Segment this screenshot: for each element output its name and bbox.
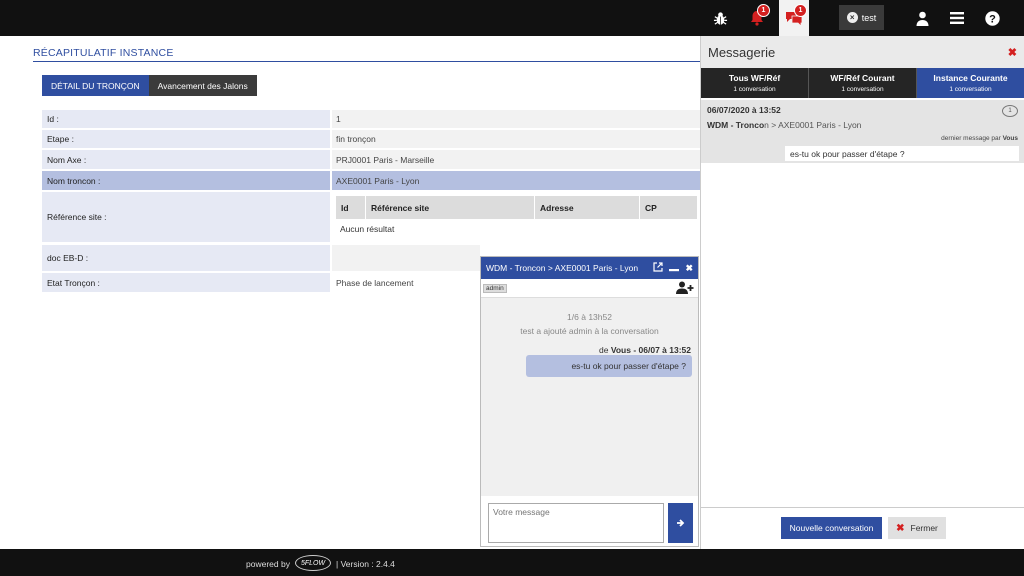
comment-icon: 1 xyxy=(1002,105,1018,117)
menu-icon[interactable] xyxy=(942,0,972,36)
chat-participants: admin xyxy=(481,279,698,298)
footer: powered by 5FLOW | Version : 2.4.4 xyxy=(0,549,1024,576)
user-chip-label: test xyxy=(861,12,877,23)
tab-label: WF/Réf Courant xyxy=(830,73,895,83)
last-message-text: dernier message par xyxy=(941,135,1001,142)
chat-messages: 1/6 à 13h52 test a ajouté admin à la con… xyxy=(481,298,698,496)
site-table: Id Référence site Adresse CP Aucun résul… xyxy=(336,196,698,238)
svg-text:?: ? xyxy=(989,13,996,25)
label-nom-troncon: Nom troncon : xyxy=(42,171,330,190)
meta-date: 06/07 à 13:52 xyxy=(638,345,691,355)
minimize-icon[interactable] xyxy=(669,262,680,274)
messagerie-panel: Messagerie ✖ Tous WF/Réf 1 conversation … xyxy=(700,36,1024,549)
value-etat-troncon: Phase de lancement xyxy=(332,273,480,292)
value-id: 1 xyxy=(332,110,700,128)
notifications-button[interactable]: 1 xyxy=(742,0,772,36)
messagerie-tabs: Tous WF/Réf 1 conversation WF/Réf Couran… xyxy=(701,68,1024,98)
label-nom-axe: Nom Axe : xyxy=(42,150,330,169)
label-doc-eb-d: doc EB-D : xyxy=(42,245,330,271)
top-bar: 1 1 × test ? xyxy=(0,0,1024,36)
last-message-label: dernier message par Vous xyxy=(941,135,1018,142)
conversation-item[interactable]: 06/07/2020 à 13:52 WDM - Troncon > AXE00… xyxy=(701,100,1024,163)
meta-author: Vous - xyxy=(610,345,637,355)
label-etape: Etape : xyxy=(42,130,330,148)
detail-tabs: DÉTAIL DU TRONÇON Avancement des Jalons xyxy=(42,75,257,96)
conversation-path-rest: n > AXE0001 Paris - Lyon xyxy=(764,120,862,130)
col-id[interactable]: Id xyxy=(336,196,366,219)
arrow-right-icon xyxy=(677,519,685,527)
tab-detail-troncon[interactable]: DÉTAIL DU TRONÇON xyxy=(42,75,149,96)
value-nom-axe: PRJ0001 Paris - Marseille xyxy=(332,150,700,169)
message-meta: de Vous - 06/07 à 13:52 xyxy=(599,345,691,355)
message-preview: es-tu ok pour passer d'étape ? xyxy=(785,146,1019,161)
message-bubble: es-tu ok pour passer d'étape ? xyxy=(526,355,692,377)
col-cp[interactable]: CP xyxy=(640,196,698,219)
value-etape: fin tronçon xyxy=(332,130,700,148)
tab-avancement-jalons[interactable]: Avancement des Jalons xyxy=(148,75,257,96)
site-table-empty: Aucun résultat xyxy=(340,223,395,234)
conversation-path-bold: WDM - Tronco xyxy=(707,120,765,130)
messages-button[interactable]: 1 xyxy=(779,0,809,36)
tab-count: 1 conversation xyxy=(841,86,884,93)
message-badge: 1 xyxy=(794,4,807,17)
title-divider xyxy=(33,61,700,62)
tab-label: Tous WF/Réf xyxy=(728,73,781,83)
meta-prefix: de xyxy=(598,345,609,355)
chat-header: WDM - Troncon > AXE0001 Paris - Lyon ✖ xyxy=(481,257,698,279)
tab-label: Instance Courante xyxy=(933,73,1008,83)
user-chip[interactable]: × test xyxy=(839,5,884,30)
help-icon[interactable]: ? xyxy=(977,0,1007,36)
external-link-icon[interactable] xyxy=(653,262,664,274)
add-user-icon[interactable] xyxy=(676,281,694,297)
tab-tous-wf-ref[interactable]: Tous WF/Réf 1 conversation xyxy=(701,68,809,98)
system-date: 1/6 à 13h52 xyxy=(567,312,612,322)
col-adresse[interactable]: Adresse xyxy=(535,196,640,219)
close-icon[interactable]: ✖ xyxy=(1008,46,1017,59)
participant-tag: admin xyxy=(483,284,507,293)
value-doc-eb-d xyxy=(332,245,480,271)
tab-count: 1 conversation xyxy=(733,86,776,93)
close-label: Fermer xyxy=(910,523,938,533)
user-icon[interactable] xyxy=(907,0,937,36)
close-icon: ✖ xyxy=(896,522,905,534)
tab-count: 1 conversation xyxy=(949,86,992,93)
value-nom-troncon: AXE0001 Paris - Lyon xyxy=(332,171,700,190)
tab-wf-ref-courant[interactable]: WF/Réf Courant 1 conversation xyxy=(809,68,917,98)
bug-icon[interactable] xyxy=(705,0,735,36)
messagerie-header: Messagerie ✖ xyxy=(701,36,1024,68)
conversation-date: 06/07/2020 à 13:52 xyxy=(707,105,781,115)
site-table-header: Id Référence site Adresse CP xyxy=(336,196,698,219)
powered-by-label: powered by xyxy=(246,559,290,569)
message-input[interactable] xyxy=(488,503,664,543)
close-messagerie-button[interactable]: ✖ Fermer xyxy=(888,517,946,539)
label-reference-site: Référence site : xyxy=(42,192,330,242)
last-message-author: Vous xyxy=(1002,135,1018,142)
col-reference-site[interactable]: Référence site xyxy=(366,196,535,219)
chat-window: WDM - Troncon > AXE0001 Paris - Lyon ✖ a… xyxy=(480,256,699,547)
tab-instance-courante[interactable]: Instance Courante 1 conversation xyxy=(917,68,1024,98)
messagerie-title: Messagerie xyxy=(708,44,776,60)
label-etat-troncon: Etat Tronçon : xyxy=(42,273,330,292)
send-button[interactable] xyxy=(668,503,693,543)
messagerie-footer: Nouvelle conversation ✖ Fermer xyxy=(701,507,1024,549)
chat-title: WDM - Troncon > AXE0001 Paris - Lyon xyxy=(486,263,639,273)
label-id: Id : xyxy=(42,110,330,128)
notification-badge: 1 xyxy=(757,4,770,17)
5flow-logo: 5FLOW xyxy=(295,555,331,571)
system-message: test a ajouté admin à la conversation xyxy=(520,326,659,336)
close-icon[interactable]: ✖ xyxy=(685,263,693,274)
conversation-path: WDM - Troncon > AXE0001 Paris - Lyon xyxy=(707,120,1018,130)
page-title: RÉCAPITULATIF INSTANCE xyxy=(33,47,174,59)
new-conversation-button[interactable]: Nouvelle conversation xyxy=(781,517,882,539)
version-label: | Version : 2.4.4 xyxy=(336,559,395,569)
close-icon: × xyxy=(846,12,858,23)
